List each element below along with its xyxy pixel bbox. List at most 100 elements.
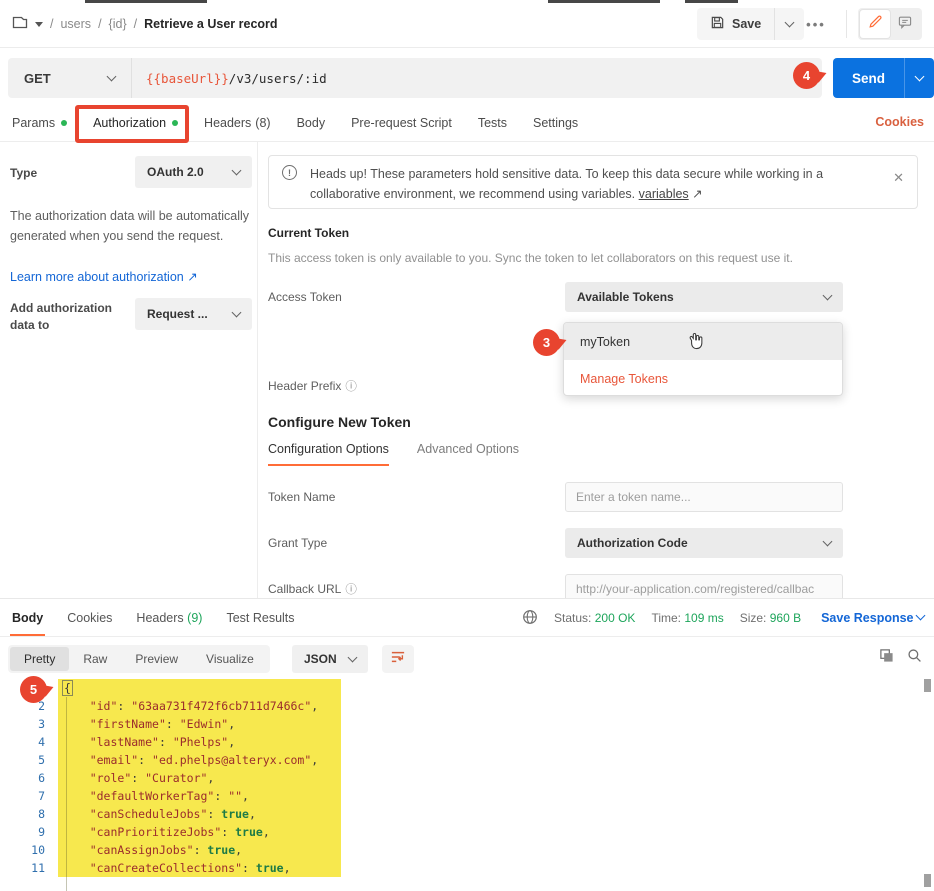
send-button[interactable]: Send [833,58,904,98]
send-options-button[interactable] [904,58,934,98]
chevron-down-icon [823,537,833,547]
save-button[interactable]: Save [697,8,774,40]
response-tab-body[interactable]: Body [10,599,45,636]
grant-type-select[interactable]: Authorization Code [565,528,843,558]
tab-pre-request-script[interactable]: Pre-request Script [349,104,454,141]
view-raw[interactable]: Raw [69,647,121,671]
documentation-pane-button[interactable] [860,10,890,38]
code-line: 3 "firstName": "Edwin", [0,715,934,733]
chevron-down-icon [348,653,358,663]
code-line: 8 "canScheduleJobs": true, [0,805,934,823]
add-to-value: Request ... [147,307,208,321]
breadcrumb: / users / {id} / Retrieve a User record [12,15,278,33]
method-select[interactable]: GET [8,58,132,98]
chevron-down-icon [915,72,925,82]
menu-item-manage-tokens[interactable]: Manage Tokens [564,360,842,396]
response-tab-cookies[interactable]: Cookies [65,599,114,636]
auth-description: The authorization data will be automatic… [10,206,252,246]
hand-cursor-icon [687,331,705,354]
tab-settings[interactable]: Settings [531,104,580,141]
response-body-editor[interactable]: 1{2 "id": "63aa731f472f6cb711d7466c",3 "… [0,675,934,891]
access-token-select[interactable]: Available Tokens [565,282,843,312]
external-link-icon: ↗ [187,270,197,284]
variables-link[interactable]: variables [639,187,689,201]
more-options-button[interactable]: ••• [798,8,834,40]
size-value: 960 B [770,611,801,625]
code-line: 7 "defaultWorkerTag": "", [0,787,934,805]
response-panel: Body Cookies Headers (9) Test Results St… [0,598,934,891]
warning-icon: ! [282,165,297,180]
code-line: 1{ [0,679,934,697]
access-token-value: Available Tokens [577,290,674,304]
url-input[interactable]: {{baseUrl}}/v3/users/:id [132,71,822,86]
send-label: Send [852,71,885,86]
view-preview[interactable]: Preview [121,647,192,671]
indent-guide [66,697,67,891]
request-title: Retrieve a User record [144,17,277,31]
chevron-down-icon [232,308,242,318]
tab-tests[interactable]: Tests [476,104,509,141]
code-scrollbar[interactable] [924,677,931,890]
pencil-icon [867,14,883,35]
send-button-group: Send [833,58,934,98]
code-line: 4 "lastName": "Phelps", [0,733,934,751]
scrollbar-thumb[interactable] [924,874,931,887]
auth-dot-icon [172,120,178,126]
tab-body[interactable]: Body [295,104,328,141]
topbar: / users / {id} / Retrieve a User record … [0,0,934,48]
tab-authorization[interactable]: Authorization [91,104,180,141]
info-icon: ⓘ [345,381,357,393]
annotation-step-3: 3 [533,329,560,356]
copy-icon[interactable] [879,648,894,668]
token-name-label: Token Name [268,490,335,504]
auth-sidebar: Type OAuth 2.0 The authorization data wi… [0,142,258,598]
cookies-link[interactable]: Cookies [875,115,924,129]
add-to-select[interactable]: Request ... [135,298,252,330]
current-token-subtitle: This access token is only available to y… [268,251,793,265]
breadcrumb-sep: / [134,17,137,31]
save-response-button[interactable]: Save Response [821,611,924,625]
auth-type-select[interactable]: OAuth 2.0 [135,156,252,188]
close-icon[interactable]: ✕ [893,170,904,186]
header-prefix-label: Header Prefixⓘ [268,378,357,394]
tab-params[interactable]: Params [10,104,69,141]
postman-window: / users / {id} / Retrieve a User record … [0,0,934,891]
search-icon[interactable] [907,648,922,668]
response-tab-test-results[interactable]: Test Results [224,599,296,636]
view-pretty[interactable]: Pretty [10,647,69,671]
configure-tabs: Configuration Options Advanced Options [268,442,519,466]
url-variable: {{baseUrl}} [146,71,229,86]
callback-url-input[interactable] [565,574,843,598]
menu-item-mytoken[interactable]: myToken [564,323,842,360]
breadcrumb-item-id[interactable]: {id} [109,17,127,31]
scrollbar-thumb[interactable] [924,679,931,692]
status-label: Status: [554,611,591,625]
chevron-down-icon [823,291,833,301]
tab-configuration-options[interactable]: Configuration Options [268,442,389,466]
time-value: 109 ms [684,611,723,625]
window-tab-remnant [548,0,660,3]
wrap-text-button[interactable] [382,645,414,673]
tab-headers[interactable]: Headers(8) [202,104,273,141]
breadcrumb-item-users[interactable]: users [60,17,91,31]
view-visualize[interactable]: Visualize [192,647,268,671]
view-segmented-control: Pretty Raw Preview Visualize [8,645,270,673]
comments-pane-button[interactable] [890,10,920,38]
auth-type-value: OAuth 2.0 [147,165,204,179]
token-name-input[interactable] [565,482,843,512]
window-tab-remnant [685,0,738,3]
code-line: 11 "canCreateCollections": true, [0,859,934,877]
learn-more-link[interactable]: Learn more about authorization ↗ [10,269,198,284]
save-label: Save [732,17,761,31]
time-label: Time: [651,611,681,625]
response-tab-headers[interactable]: Headers (9) [134,599,204,636]
globe-icon[interactable] [522,609,538,628]
tab-advanced-options[interactable]: Advanced Options [417,442,519,466]
token-dropdown-menu: myToken Manage Tokens [563,322,843,396]
collection-icon[interactable] [12,15,28,33]
chevron-down-icon [916,611,926,621]
breadcrumb-caret-icon[interactable] [35,22,43,27]
current-token-title: Current Token [268,226,349,240]
right-pane-toggle [858,8,922,40]
format-select[interactable]: JSON [292,645,368,673]
